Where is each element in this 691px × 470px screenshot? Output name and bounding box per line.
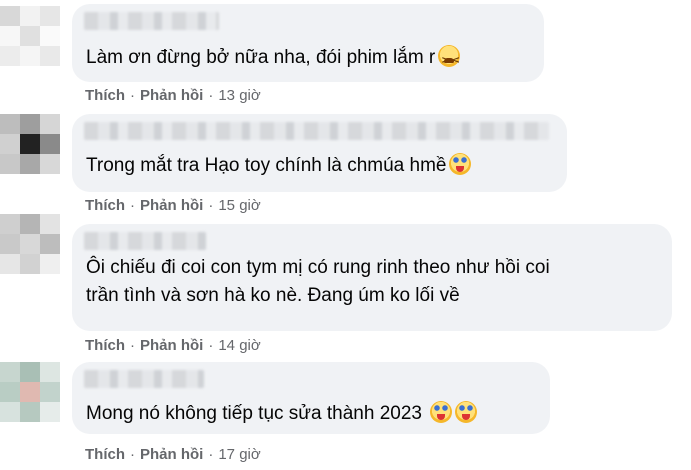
- comment-text: Trong mắt tra Hạo toy chính là chmúa hmề: [86, 152, 472, 180]
- avatar-pixel: [0, 402, 20, 422]
- author-name-blurred[interactable]: [84, 122, 549, 140]
- avatar-pixel: [40, 402, 60, 422]
- reply-button[interactable]: Phản hồi: [140, 197, 203, 214]
- avatar-pixel: [20, 134, 40, 154]
- avatar-pixel: [20, 46, 40, 66]
- avatar-pixel: [40, 114, 60, 134]
- comment-bubble: Làm ơn đừng bở nữa nha, đói phim lắm r: [72, 4, 544, 82]
- like-button[interactable]: Thích: [85, 197, 125, 214]
- avatar-pixel: [40, 214, 60, 234]
- comment-bubble: Trong mắt tra Hạo toy chính là chmúa hmề: [72, 114, 567, 192]
- reply-button[interactable]: Phản hồi: [140, 87, 203, 104]
- avatar-pixel: [20, 254, 40, 274]
- avatar-pixel: [20, 402, 40, 422]
- comment-text-line: Trong mắt tra Hạo toy chính là chmúa hmề: [86, 155, 447, 176]
- comment-bubble: Mong nó không tiếp tục sửa thành 2023: [72, 362, 550, 434]
- avatar-pixel: [0, 254, 20, 274]
- clown-face-icon: [454, 401, 477, 423]
- timestamp[interactable]: 13 giờ: [218, 87, 260, 104]
- avatar-pixel: [40, 134, 60, 154]
- comment-text-line: trần tình và sơn hà ko nè. Đang úm ko lố…: [86, 285, 460, 306]
- separator-dot: ·: [208, 337, 214, 354]
- timestamp[interactable]: 15 giờ: [218, 197, 260, 214]
- like-button[interactable]: Thích: [85, 446, 125, 463]
- avatar-pixel: [40, 254, 60, 274]
- comment-actions: Thích · Phản hồi · 17 giờ: [85, 446, 261, 463]
- like-button[interactable]: Thích: [85, 337, 125, 354]
- comment-text-line: Mong nó không tiếp tục sửa thành 2023: [86, 403, 422, 424]
- comment-text: Làm ơn đừng bở nữa nha, đói phim lắm r: [86, 44, 462, 75]
- author-name-blurred[interactable]: [84, 12, 219, 30]
- avatar-pixel: [20, 382, 40, 402]
- avatar-pixel: [20, 6, 40, 26]
- avatar-pixel: [40, 46, 60, 66]
- avatar[interactable]: [0, 6, 60, 66]
- avatar-pixel: [0, 362, 20, 382]
- comment-text-line: Làm ơn đừng bở nữa nha, đói phim lắm r: [86, 47, 436, 68]
- avatar-pixel: [20, 362, 40, 382]
- separator-dot: ·: [208, 87, 214, 104]
- comment-actions: Thích · Phản hồi · 14 giờ: [85, 337, 261, 354]
- avatar-pixel: [20, 214, 40, 234]
- timestamp[interactable]: 14 giờ: [218, 337, 260, 354]
- comment-text: Ôi chiếu đi coi con tym mị có rung rinh …: [86, 254, 550, 310]
- separator-dot: ·: [130, 197, 135, 214]
- avatar-pixel: [40, 234, 60, 254]
- avatar-pixel: [0, 26, 20, 46]
- comment-bubble: Ôi chiếu đi coi con tym mị có rung rinh …: [72, 224, 672, 331]
- avatar-pixel: [0, 134, 20, 154]
- avatar-pixel: [40, 154, 60, 174]
- avatar-pixel: [40, 26, 60, 46]
- separator-dot: ·: [130, 87, 135, 104]
- author-name-blurred[interactable]: [84, 232, 206, 250]
- comment-actions: Thích · Phản hồi · 15 giờ: [85, 197, 261, 214]
- avatar-pixel: [0, 154, 20, 174]
- avatar-pixel: [0, 382, 20, 402]
- separator-dot: ·: [208, 446, 214, 463]
- avatar-pixel: [0, 114, 20, 134]
- comment-actions: Thích · Phản hồi · 13 giờ: [85, 87, 261, 104]
- avatar[interactable]: [0, 214, 60, 274]
- avatar[interactable]: [0, 114, 60, 174]
- avatar-pixel: [20, 154, 40, 174]
- like-button[interactable]: Thích: [85, 87, 125, 104]
- avatar-pixel: [40, 6, 60, 26]
- avatar-pixel: [0, 46, 20, 66]
- avatar-pixel: [0, 234, 20, 254]
- avatar-pixel: [20, 114, 40, 134]
- reply-button[interactable]: Phản hồi: [140, 446, 203, 463]
- separator-dot: ·: [130, 337, 135, 354]
- avatar-pixel: [0, 6, 20, 26]
- separator-dot: ·: [208, 197, 214, 214]
- clown-face-icon: [449, 153, 472, 175]
- comment-text: Mong nó không tiếp tục sửa thành 2023: [86, 400, 477, 428]
- avatar-pixel: [20, 234, 40, 254]
- avatar-pixel: [0, 214, 20, 234]
- separator-dot: ·: [130, 446, 135, 463]
- avatar[interactable]: [0, 362, 60, 422]
- comment-text-line: Ôi chiếu đi coi con tym mị có rung rinh …: [86, 257, 550, 278]
- tired-face-icon: [438, 45, 462, 75]
- reply-button[interactable]: Phản hồi: [140, 337, 203, 354]
- timestamp[interactable]: 17 giờ: [218, 446, 260, 463]
- avatar-pixel: [40, 382, 60, 402]
- avatar-pixel: [20, 26, 40, 46]
- avatar-pixel: [40, 362, 60, 382]
- author-name-blurred[interactable]: [84, 370, 204, 388]
- clown-face-icon: [429, 401, 452, 423]
